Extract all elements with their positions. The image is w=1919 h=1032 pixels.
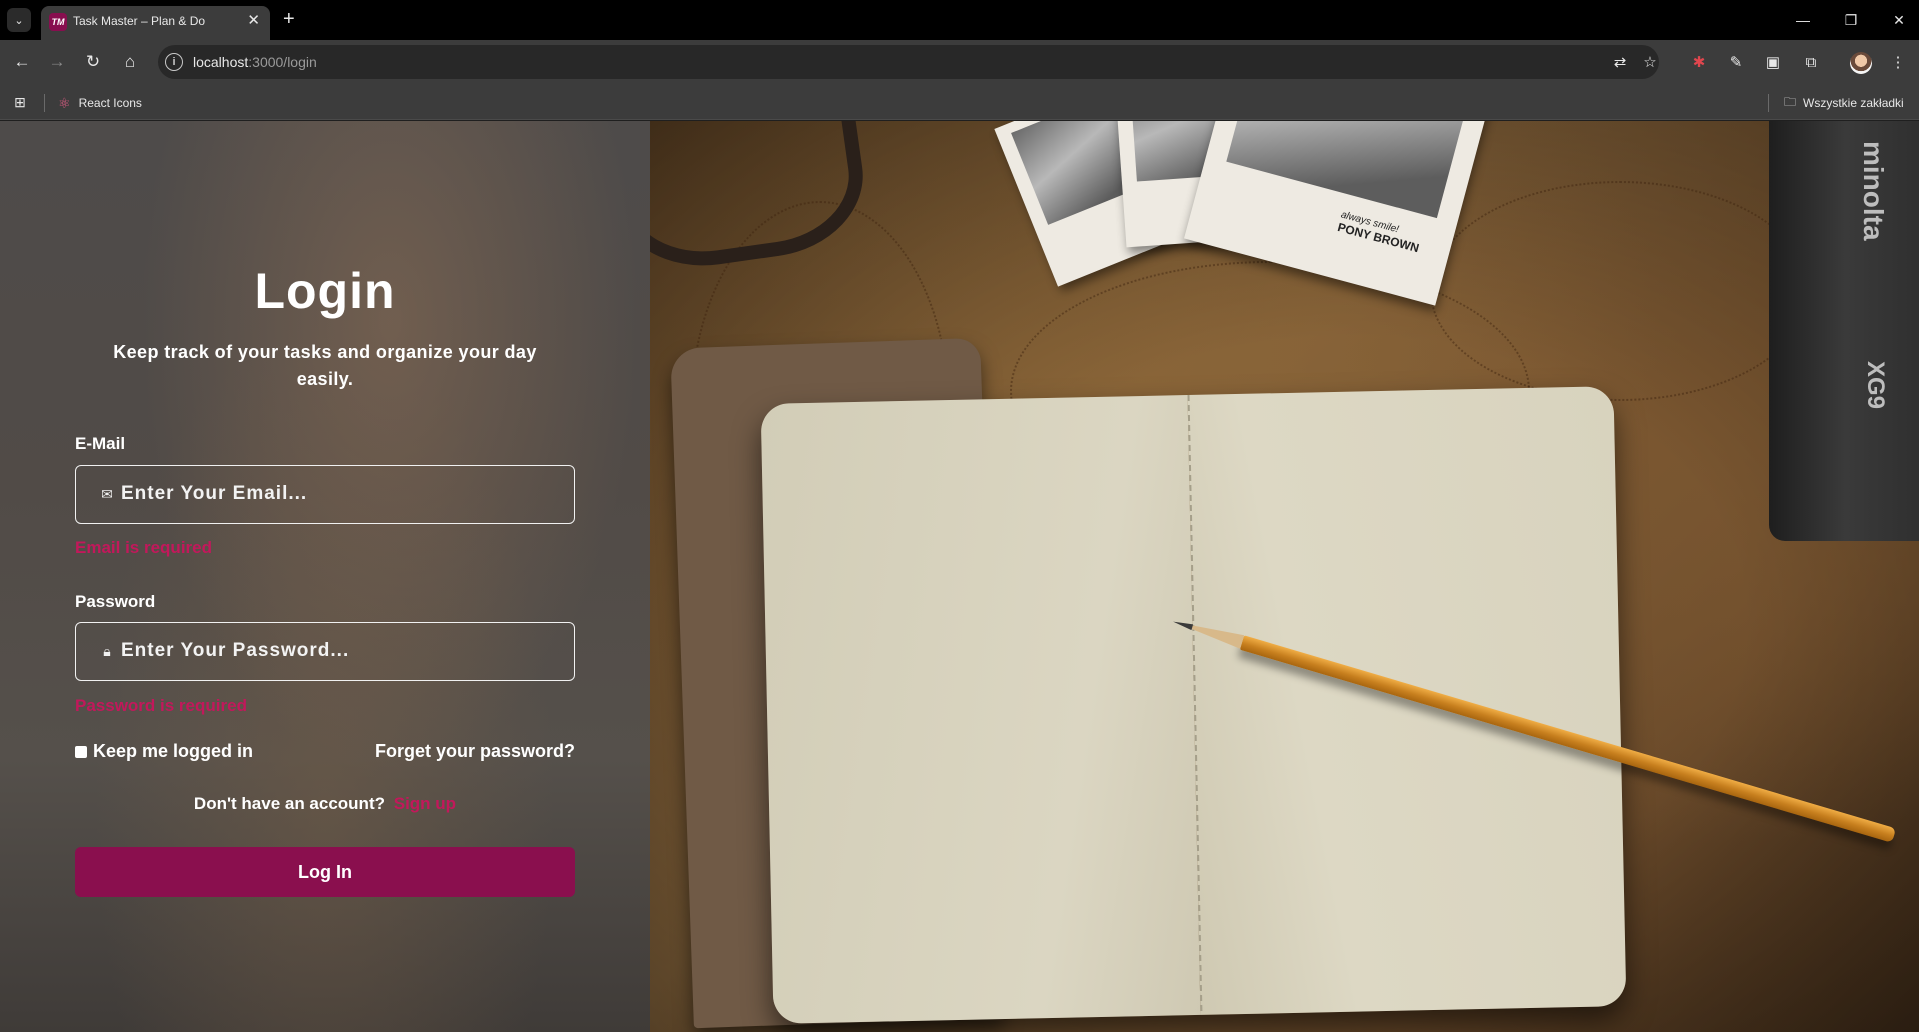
remember-me[interactable]: Keep me logged in: [75, 741, 253, 762]
bookmark-star-icon[interactable]: ☆: [1640, 52, 1660, 72]
page-viewport: always smile! PONY BROWN minolta XG9 Log…: [0, 121, 1919, 1032]
extension-pen-icon[interactable]: ✎: [1725, 51, 1747, 73]
all-bookmarks-label: Wszystkie zakładki: [1803, 96, 1904, 110]
minimize-icon[interactable]: —: [1786, 8, 1820, 32]
back-arrow-icon[interactable]: ←: [9, 49, 35, 75]
email-input[interactable]: [121, 466, 561, 522]
menu-kebab-icon[interactable]: ⋮: [1887, 51, 1909, 73]
folder-icon: 🗀: [1784, 94, 1797, 109]
url-text[interactable]: localhost:3000/login: [193, 54, 317, 70]
password-field[interactable]: 🔒︎: [75, 622, 575, 681]
profile-avatar[interactable]: [1850, 52, 1872, 74]
login-panel: Login Keep track of your tasks and organ…: [0, 121, 650, 1032]
password-label: Password: [75, 592, 156, 611]
browser-tab-active[interactable]: TM Task Master – Plan & Do ✕: [41, 6, 270, 40]
bookmarks-bar: ⊞ ⚛ React Icons 🗀 Wszystkie zakładki: [0, 85, 1919, 120]
password-input[interactable]: [121, 623, 561, 679]
translate-icon[interactable]: ⇄: [1610, 52, 1630, 72]
react-atom-icon: ⚛: [58, 94, 71, 111]
signup-row: Don't have an account? Sign up: [0, 794, 650, 814]
page-title: Login: [254, 263, 396, 319]
forward-arrow-icon[interactable]: →: [44, 49, 70, 75]
camera-brand-text: minolta: [1858, 141, 1889, 241]
site-info-icon[interactable]: i: [165, 53, 183, 71]
forgot-password-link[interactable]: Forget your password?: [375, 741, 575, 762]
envelope-icon: ✉: [101, 485, 113, 502]
open-notebook: [760, 386, 1627, 1024]
page-subtitle: Keep track of your tasks and organize yo…: [113, 342, 537, 389]
signup-prompt: Don't have an account?: [193, 794, 385, 813]
lock-icon: 🔒︎: [103, 642, 111, 659]
url-path: :3000/login: [248, 54, 317, 70]
tab-close-icon[interactable]: ✕: [247, 12, 260, 30]
browser-toolbar: ← → ↻ ⌂ i localhost:3000/login ⇄ ☆ ✱ ✎ ▣…: [0, 40, 1919, 85]
camera-model-text: XG9: [1862, 361, 1889, 410]
all-bookmarks-folder[interactable]: 🗀 Wszystkie zakładki: [1784, 94, 1904, 112]
reload-icon[interactable]: ↻: [80, 49, 106, 75]
polaroid-caption: always smile! PONY BROWN: [1336, 208, 1421, 255]
background-photo: always smile! PONY BROWN minolta XG9: [650, 121, 1919, 1032]
camera: minolta XG9: [1769, 121, 1919, 541]
bookmark-label: React Icons: [78, 96, 142, 110]
address-bar[interactable]: i localhost:3000/login ⇄ ☆: [158, 45, 1659, 79]
login-button[interactable]: Log In: [75, 847, 575, 897]
map-contour: [1430, 181, 1810, 401]
restore-icon[interactable]: ❐: [1834, 8, 1868, 32]
email-label: E-Mail: [75, 434, 126, 453]
password-error: Password is required: [75, 696, 247, 715]
apps-grid-icon[interactable]: ⊞: [12, 94, 28, 110]
url-host: localhost: [193, 54, 249, 70]
new-tab-plus-icon[interactable]: +: [283, 7, 295, 31]
bookmark-react-icons[interactable]: ⚛ React Icons: [58, 94, 142, 112]
email-field[interactable]: ✉: [75, 465, 575, 524]
extensions-puzzle-icon[interactable]: ⧉: [1800, 51, 1822, 73]
remember-label: Keep me logged in: [93, 741, 254, 761]
browser-tabbar: ⌄ TM Task Master – Plan & Do ✕ + — ❐ ✕: [0, 0, 1919, 40]
tab-title: Task Master – Plan & Do: [73, 14, 206, 28]
tab-favicon: TM: [49, 13, 67, 31]
notebook-left-page: [760, 395, 1200, 1024]
home-icon[interactable]: ⌂: [117, 49, 143, 75]
extension-pin-icon[interactable]: ✱: [1688, 51, 1710, 73]
bookmark-separator: [1768, 94, 1769, 112]
email-error: Email is required: [75, 538, 212, 557]
signup-link[interactable]: Sign up: [394, 794, 456, 813]
notebook-right-page: [1187, 386, 1627, 1015]
bookmark-separator: [44, 94, 45, 112]
window-close-icon[interactable]: ✕: [1882, 8, 1916, 32]
remember-checkbox[interactable]: [75, 745, 87, 758]
tab-search-chevron-icon[interactable]: ⌄: [7, 8, 31, 32]
extension-window-icon[interactable]: ▣: [1762, 51, 1784, 73]
